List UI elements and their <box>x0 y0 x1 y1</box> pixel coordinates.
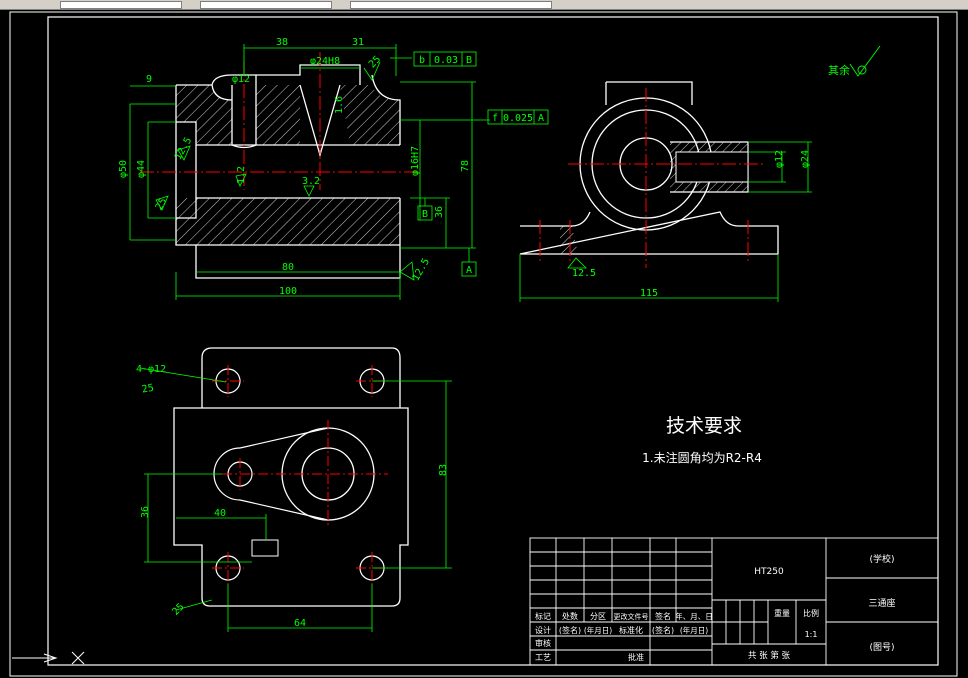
td-1: (签名) <box>559 625 581 635</box>
dim-phi44: φ44 <box>136 160 147 178</box>
th-0: 标记 <box>535 611 551 621</box>
title-block-text: HT250 (学校) 三通座 (图号) 标记 处数 分区 更改文件号 签名 年、… <box>535 553 896 662</box>
dim-12.5c: 12.5 <box>411 257 433 283</box>
dim-top-36: 36 <box>140 506 151 518</box>
td-5: (年月日) <box>680 625 708 635</box>
th-3: 更改文件号 <box>614 612 649 621</box>
dim-r25: 25 <box>367 54 383 70</box>
tol1-sym: b <box>419 55 425 66</box>
svg-text:其余: 其余 <box>828 63 850 77</box>
school-label: (学校) <box>869 553 894 565</box>
top-view: 4-φ12 25 40 36 83 64 25 <box>136 347 452 632</box>
dim-83: 83 <box>438 464 449 476</box>
review-label: 审核 <box>535 638 551 648</box>
th-1: 处数 <box>562 611 578 621</box>
scale-label: 比例 <box>803 608 819 618</box>
td-3: 标准化 <box>619 625 643 635</box>
dim-78: 78 <box>460 160 471 172</box>
front-section-view <box>129 44 549 300</box>
dim-36: 36 <box>434 206 445 218</box>
dim-80: 80 <box>282 262 294 273</box>
outer-border <box>9 11 958 677</box>
process-label: 工艺 <box>535 653 551 662</box>
tol2-val: 0.025 <box>503 113 533 124</box>
dim-38: 38 <box>276 37 288 48</box>
td-4: (签名) <box>652 625 674 635</box>
td-2: (年月日) <box>584 625 612 635</box>
material-label: HT250 <box>754 567 784 577</box>
dim-phi16: φ16H7 <box>410 146 421 176</box>
datum-b: B <box>422 209 428 220</box>
dim-40: 40 <box>214 508 226 519</box>
toolbar-strip <box>0 0 968 10</box>
tol1-ref: B <box>466 55 472 66</box>
side-view: φ12 φ24 12.5 115 <box>519 81 812 302</box>
tol1-val: 0.03 <box>434 55 458 66</box>
dim-phi50: φ50 <box>118 160 129 178</box>
th-4: 签名 <box>655 611 671 621</box>
dim-1.6: 1.6 <box>334 96 345 114</box>
tech-req-title: 技术要求 <box>666 415 742 437</box>
tol2-sym: f <box>492 113 498 124</box>
dim-side-phi24: φ24 <box>800 150 811 168</box>
dim-top-ra: 25 <box>170 601 186 617</box>
surface-finish-other: 其余 <box>828 45 881 77</box>
drawing-number: (图号) <box>869 642 894 653</box>
th-2: 分区 <box>590 612 606 621</box>
dim-3.2: 3.2 <box>302 176 320 187</box>
weight-label: 重量 <box>774 608 790 618</box>
dim-100: 100 <box>279 286 297 297</box>
dim-phi12: φ12 <box>232 74 250 85</box>
dim-1.2: 1.2 <box>236 166 247 184</box>
datum-a: A <box>466 265 472 276</box>
dim-side-12.5: 12.5 <box>572 268 596 279</box>
front-view-labels: 38 31 9 φ12 φ24H8 25 1.6 3.2 φ50 φ44 12.… <box>118 37 544 297</box>
dim-holes: 4-φ12 <box>136 364 166 375</box>
dim-9: 9 <box>146 74 152 85</box>
dim-115: 115 <box>640 288 658 299</box>
dim-side-phi12: φ12 <box>774 150 785 168</box>
dim-phi24: φ24H8 <box>310 56 340 67</box>
tol2-ref: A <box>538 113 544 124</box>
dim-holes-depth: 25 <box>141 383 155 396</box>
part-name: 三通座 <box>868 597 895 609</box>
th-5: 年、月、日 <box>675 611 713 621</box>
sheet-count: 共 张 第 张 <box>748 650 791 661</box>
dim-31: 31 <box>352 37 364 48</box>
td-0: 设计 <box>535 625 551 635</box>
cad-drawing-canvas[interactable]: 38 31 9 φ12 φ24H8 25 1.6 3.2 φ50 φ44 12.… <box>0 10 968 678</box>
tech-req-note: 1.未注圆角均为R2-R4 <box>642 450 762 465</box>
scale-value: 1:1 <box>805 630 818 639</box>
approve-label: 批准 <box>628 652 644 662</box>
dim-64: 64 <box>294 618 306 629</box>
